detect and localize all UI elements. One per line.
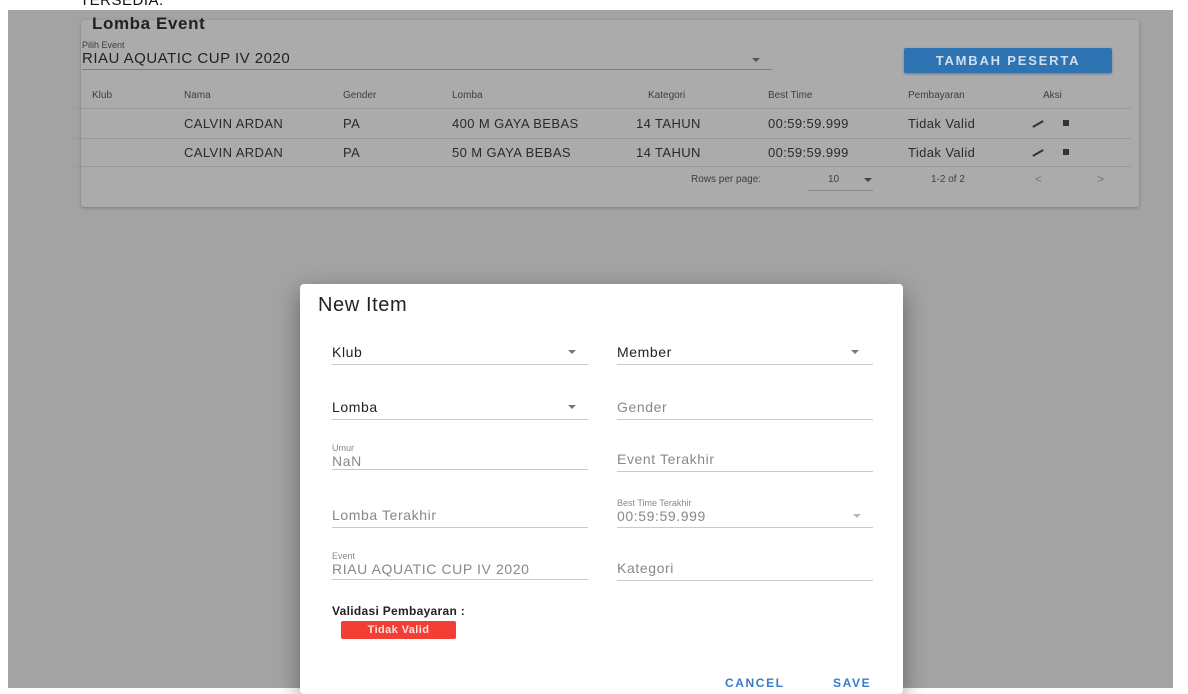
event-select-underline [82,69,772,70]
kategori-label: Kategori [617,560,674,576]
kategori-field[interactable]: Kategori [617,560,873,582]
lomba-select[interactable]: Lomba [332,399,588,421]
top-cut-text: TERSEDIA. [80,0,164,9]
cell-lomba: 50 M GAYA BEBAS [452,145,571,160]
klub-select[interactable]: Klub [332,344,588,366]
column-header-best-time: Best Time [768,90,813,101]
validasi-status-button[interactable]: Tidak Valid [341,621,456,639]
delete-icon[interactable] [1063,149,1069,155]
column-header-kategori: Kategori [648,90,686,101]
column-header-nama: Nama [184,90,211,101]
validasi-pembayaran-label: Validasi Pembayaran : [332,604,466,618]
column-header-pembayaran: Pembayaran [908,90,965,101]
column-header-aksi: Aksi [1043,90,1062,101]
field-underline [617,364,873,365]
umur-field[interactable]: Umur NaN [332,443,588,470]
lomba-label: Lomba [332,399,378,415]
event-field[interactable]: Event RIAU AQUATIC CUP IV 2020 [332,551,588,580]
rows-per-page-underline [808,190,873,191]
dialog-title: New Item [318,294,408,316]
best-time-terakhir-value: 00:59:59.999 [617,508,706,524]
cell-gender: PA [343,116,361,131]
event-terakhir-field[interactable]: Event Terakhir [617,451,873,473]
field-underline [617,419,873,420]
delete-icon[interactable] [1063,120,1069,126]
chevron-down-icon[interactable] [851,350,859,354]
page-title: Lomba Event [92,14,206,33]
best-time-terakhir-label: Best Time Terakhir [617,498,692,508]
cell-pembayaran: Tidak Valid [908,145,976,160]
table-divider [73,166,1131,167]
column-header-lomba: Lomba [452,90,483,101]
cell-best-time: 00:59:59.999 [768,145,849,160]
event-select-label: Pilih Event [82,40,125,50]
field-underline [332,527,588,528]
field-underline [332,364,588,365]
table-divider [73,108,1131,109]
table-divider [73,138,1131,139]
chevron-down-icon[interactable] [568,405,576,409]
rows-per-page-label: Rows per page: [691,174,762,185]
field-underline [332,469,588,470]
cell-kategori: 14 TAHUN [636,145,701,160]
lomba-terakhir-label: Lomba Terakhir [332,507,437,523]
gender-field[interactable]: Gender [617,399,873,421]
field-underline [617,471,873,472]
gender-label: Gender [617,399,668,415]
event-select[interactable]: RIAU AQUATIC CUP IV 2020 [82,50,290,67]
field-underline [332,579,588,580]
chevron-down-icon[interactable] [752,58,760,62]
next-page-icon[interactable]: > [1097,172,1104,186]
new-item-dialog: New Item Klub Member Lomba Gender Umur N… [300,284,903,694]
best-time-terakhir-select[interactable]: Best Time Terakhir 00:59:59.999 [617,498,873,528]
event-terakhir-label: Event Terakhir [617,451,715,467]
column-header-klub: Klub [92,90,113,101]
member-select[interactable]: Member [617,344,873,366]
pagination-range: 1-2 of 2 [931,174,965,185]
column-header-gender: Gender [343,90,377,101]
chevron-down-icon[interactable] [864,178,872,182]
cell-pembayaran: Tidak Valid [908,116,976,131]
event-value: RIAU AQUATIC CUP IV 2020 [332,561,530,577]
field-underline [332,419,588,420]
klub-label: Klub [332,344,363,360]
event-label: Event [332,551,356,561]
cell-lomba: 400 M GAYA BEBAS [452,116,579,131]
field-underline [617,527,873,528]
cell-gender: PA [343,145,361,160]
cell-best-time: 00:59:59.999 [768,116,849,131]
lomba-terakhir-field[interactable]: Lomba Terakhir [332,507,588,529]
rows-per-page-select[interactable]: 10 [828,174,839,185]
chevron-down-icon[interactable] [568,350,576,354]
field-underline [617,580,873,581]
member-label: Member [617,344,672,360]
cell-nama: CALVIN ARDAN [184,145,284,160]
umur-value: NaN [332,453,362,469]
umur-label: Umur [332,443,354,453]
add-participant-button[interactable]: TAMBAH PESERTA [904,48,1112,73]
cell-nama: CALVIN ARDAN [184,116,284,131]
chevron-down-icon[interactable] [853,514,861,518]
prev-page-icon[interactable]: < [1035,172,1042,186]
cell-kategori: 14 TAHUN [636,116,701,131]
